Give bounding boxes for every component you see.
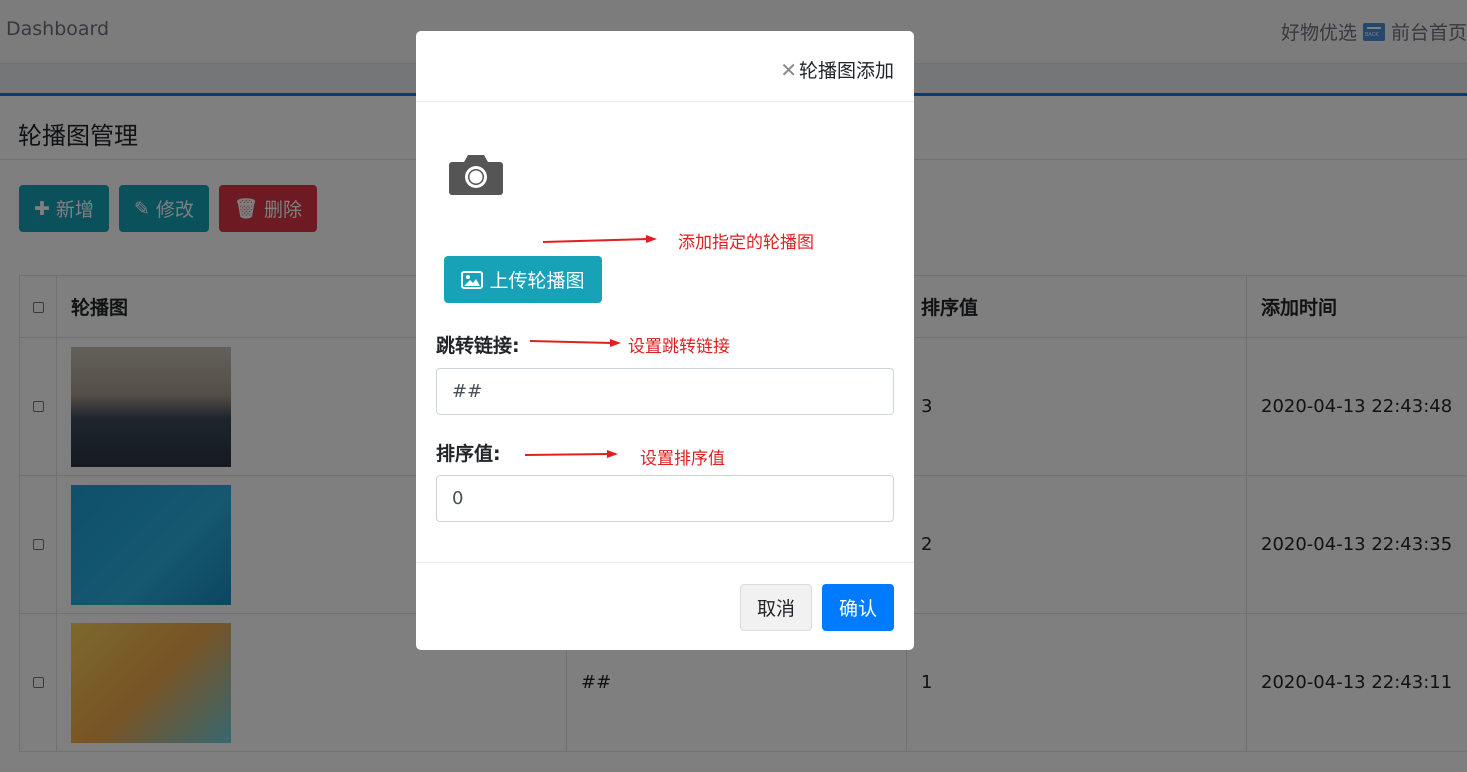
upload-carousel-button[interactable]: 上传轮播图 xyxy=(444,256,602,303)
close-icon[interactable]: ✕ xyxy=(780,58,797,82)
upload-button-label: 上传轮播图 xyxy=(489,270,585,292)
modal-footer: 取消 确认 xyxy=(416,562,914,650)
sort-input[interactable]: 0 xyxy=(436,475,894,522)
annotation-arrow-link xyxy=(529,339,621,347)
sort-label: 排序值: xyxy=(436,443,501,465)
cancel-button[interactable]: 取消 xyxy=(740,584,812,631)
link-label: 跳转链接: xyxy=(436,335,520,357)
annotation-arrow-sort xyxy=(524,450,618,458)
image-icon xyxy=(461,270,484,289)
annotation-sort: 设置排序值 xyxy=(640,449,725,469)
annotation-upload: 添加指定的轮播图 xyxy=(678,233,814,253)
modal-title-wrap: ✕ 轮播图添加 xyxy=(780,56,894,83)
confirm-button[interactable]: 确认 xyxy=(822,584,894,631)
annotation-link: 设置跳转链接 xyxy=(628,337,730,357)
modal-title: 轮播图添加 xyxy=(798,60,894,82)
modal-header: ✕ 轮播图添加 xyxy=(416,31,914,102)
annotation-arrow-upload xyxy=(542,235,657,243)
link-input[interactable]: ## xyxy=(436,368,894,415)
camera-icon xyxy=(449,155,503,195)
